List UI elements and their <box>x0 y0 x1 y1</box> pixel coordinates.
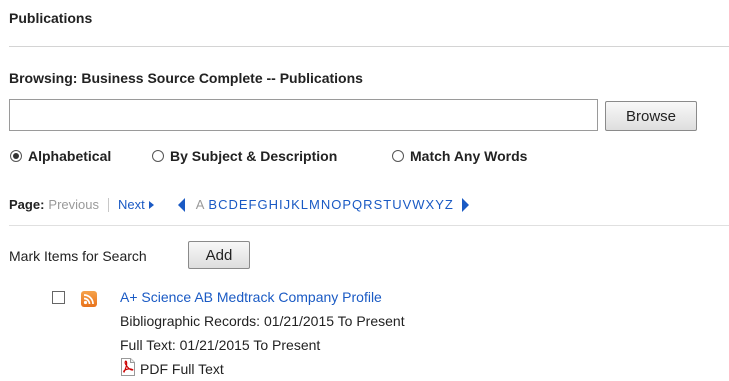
radio-unselected-icon[interactable] <box>152 150 164 162</box>
letter-list: BCDEFGHIJKLMNOPQRSTUVWXYZ <box>208 197 453 212</box>
result-title-link[interactable]: A+ Science AB Medtrack Company Profile <box>120 289 382 305</box>
next-arrow-icon[interactable] <box>148 200 154 209</box>
letter-link-o[interactable]: O <box>331 197 341 212</box>
letter-link-h[interactable]: H <box>269 197 278 212</box>
rss-icon[interactable] <box>81 291 97 307</box>
letter-link-i[interactable]: I <box>279 197 283 212</box>
browse-button[interactable]: Browse <box>605 101 697 131</box>
browsing-heading: Browsing: Business Source Complete -- Pu… <box>9 70 363 86</box>
result-full-text: Full Text: 01/21/2015 To Present <box>120 337 321 353</box>
header-divider <box>9 46 729 47</box>
radio-label: Alphabetical <box>28 148 112 164</box>
pdf-full-text-link[interactable]: PDF Full Text <box>140 361 224 377</box>
letter-link-k[interactable]: K <box>291 197 300 212</box>
letter-link-z[interactable]: Z <box>445 197 453 212</box>
letter-link-b[interactable]: B <box>208 197 217 212</box>
letter-link-p[interactable]: P <box>342 197 351 212</box>
radio-label: By Subject & Description <box>170 148 338 164</box>
letter-link-m[interactable]: M <box>309 197 320 212</box>
page-title: Publications <box>9 10 93 26</box>
letter-link-t[interactable]: T <box>383 197 391 212</box>
letter-link-c[interactable]: C <box>218 197 227 212</box>
letter-current: A <box>195 197 205 212</box>
letter-link-d[interactable]: D <box>228 197 237 212</box>
radio-match-any-words[interactable]: Match Any Words <box>392 148 527 164</box>
result-checkbox[interactable] <box>52 291 65 304</box>
letter-link-u[interactable]: U <box>392 197 401 212</box>
letter-link-x[interactable]: X <box>426 197 435 212</box>
letter-link-r[interactable]: R <box>363 197 372 212</box>
letter-link-y[interactable]: Y <box>435 197 444 212</box>
previous-link: Previous <box>48 197 99 212</box>
radio-alphabetical[interactable]: Alphabetical <box>10 148 111 164</box>
result-bibliographic-records: Bibliographic Records: 01/21/2015 To Pre… <box>120 313 405 329</box>
pager-separator <box>107 197 109 212</box>
radio-by-subject[interactable]: By Subject & Description <box>152 148 337 164</box>
section-divider <box>9 225 729 226</box>
letter-link-e[interactable]: E <box>239 197 248 212</box>
radio-selected-icon[interactable] <box>10 150 22 162</box>
pager: Page: Previous Next A BCDEFGHIJKLMNOPQRS… <box>9 197 469 212</box>
add-button[interactable]: Add <box>188 241 250 269</box>
radio-unselected-icon[interactable] <box>392 150 404 162</box>
letter-link-q[interactable]: Q <box>352 197 362 212</box>
letter-link-w[interactable]: W <box>412 197 424 212</box>
letters-next-arrow-icon[interactable] <box>461 197 469 212</box>
letter-link-n[interactable]: N <box>321 197 330 212</box>
letter-link-s[interactable]: S <box>374 197 383 212</box>
pager-label: Page: <box>9 197 45 212</box>
letter-link-g[interactable]: G <box>257 197 267 212</box>
letter-link-v[interactable]: V <box>403 197 412 212</box>
radio-label: Match Any Words <box>410 148 528 164</box>
letters-prev-arrow-icon[interactable] <box>177 197 185 212</box>
search-input[interactable] <box>9 99 598 131</box>
letter-link-f[interactable]: F <box>249 197 257 212</box>
next-link[interactable]: Next <box>118 197 145 212</box>
pdf-icon[interactable] <box>120 358 136 376</box>
mark-items-label: Mark Items for Search <box>9 248 147 264</box>
letter-link-j[interactable]: J <box>284 197 291 212</box>
letter-link-l[interactable]: L <box>301 197 308 212</box>
